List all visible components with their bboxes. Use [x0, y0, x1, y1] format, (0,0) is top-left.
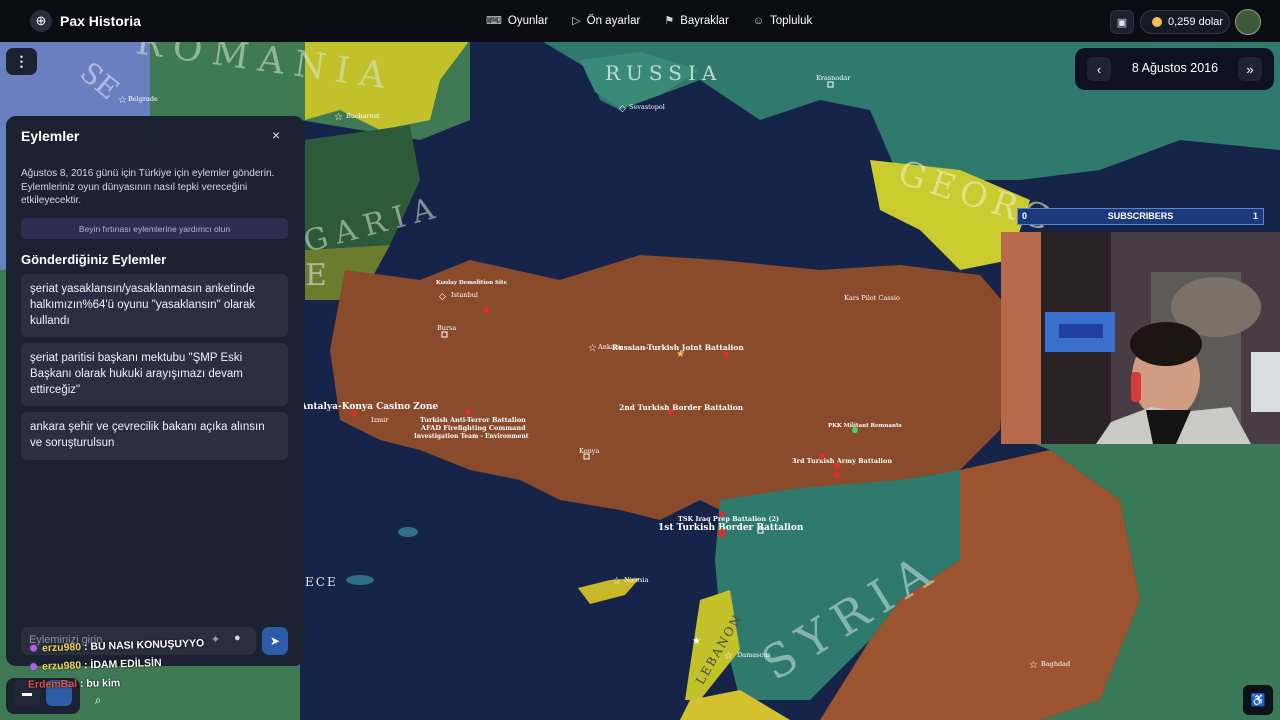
svg-text:Kars Pilot Cassio: Kars Pilot Cassio: [844, 294, 900, 302]
sent-action-card[interactable]: ankara şehir ve çevrecilik bakanı açıka …: [21, 412, 288, 460]
chat-text: : İDAM EDİLSİN: [83, 656, 162, 672]
nav-label: Oyunlar: [507, 14, 549, 27]
date-navigator: ‹ 8 Ağustos 2016 »: [1075, 48, 1274, 90]
app-brand[interactable]: Pax Historia: [60, 13, 141, 29]
subscribers-bar: 0 SUBSCRIBERS 1: [1017, 208, 1264, 225]
svg-text:Belgrade: Belgrade: [128, 95, 158, 103]
nav-item-oyunlar[interactable]: ⌨ Oyunlar: [486, 14, 549, 28]
balance-amount: 0,259 dolar: [1168, 16, 1224, 28]
svg-text:◇: ◇: [619, 104, 626, 114]
map-label-greece: ECE: [305, 575, 338, 589]
svg-text:☆: ☆: [118, 95, 127, 106]
send-button[interactable]: ➤: [262, 627, 288, 655]
play-icon: ▷: [572, 15, 581, 27]
svg-text:Damascus: Damascus: [737, 651, 771, 659]
balance-pill[interactable]: 0,259 dolar: [1140, 10, 1230, 34]
actions-panel: Eylemler × Ağustos 8, 2016 günü için Tür…: [6, 116, 304, 666]
nav-item-bayraklar[interactable]: ⚑ Bayraklar: [664, 14, 729, 28]
sent-action-card[interactable]: şeriat paritisi başkanı mektubu "ŞMP Esk…: [21, 343, 288, 406]
svg-text:Investigation Team - Environme: Investigation Team - Environment: [414, 433, 529, 440]
svg-text:2nd Turkish Border Battalion: 2nd Turkish Border Battalion: [619, 403, 744, 412]
advance-date-button[interactable]: »: [1238, 57, 1262, 81]
brainstorm-button[interactable]: Beyin fırtınası eylemlerine yardımcı olu…: [21, 218, 288, 239]
accessibility-icon[interactable]: ♿: [1243, 685, 1273, 715]
coin-icon: [1152, 17, 1162, 27]
svg-text:Antalya-Konya Casino Zone: Antalya-Konya Casino Zone: [299, 402, 438, 412]
svg-text:Nicosia: Nicosia: [624, 576, 649, 584]
webcam-overlay: [1001, 232, 1280, 444]
svg-text:☆: ☆: [724, 651, 733, 662]
chat-username: erzu980: [41, 659, 82, 673]
sparkle-icon[interactable]: ✦: [211, 633, 220, 646]
map-menu-button[interactable]: ⋮: [6, 48, 37, 75]
microphone-icon[interactable]: ●: [234, 632, 241, 644]
top-navigation-bar: ⊕ Pax Historia ⌨ Oyunlar ▷ Ön ayarlar ⚑ Bay…: [0, 0, 1280, 42]
svg-text:Sevastopol: Sevastopol: [629, 103, 665, 111]
nav-label: Ön ayarlar: [586, 14, 641, 27]
svg-text:Baghdad: Baghdad: [1041, 660, 1070, 668]
map-label-e: E: [305, 258, 327, 293]
users-icon: ☺: [752, 14, 765, 27]
gift-icon[interactable]: ▣: [1110, 10, 1134, 34]
nav-label: Bayraklar: [680, 14, 729, 27]
subscribers-right-count: 1: [1252, 211, 1258, 221]
map-label-russia: RUSSIA: [605, 61, 722, 85]
svg-text:PKK Militant Remnants: PKK Militant Remnants: [828, 423, 902, 429]
svg-text:Izmir: Izmir: [371, 416, 389, 424]
chat-username: erzu980: [41, 641, 82, 655]
svg-text:☆: ☆: [612, 576, 621, 587]
svg-text:◇: ◇: [439, 292, 446, 302]
svg-text:★: ★: [676, 349, 685, 360]
flag-icon: ⚑: [664, 15, 675, 27]
subscribers-label: SUBSCRIBERS: [1107, 211, 1174, 221]
chat-badge-icon: [29, 644, 38, 652]
svg-text:Bursa: Bursa: [437, 324, 456, 332]
panel-description: Ağustos 8, 2016 günü için Türkiye için e…: [21, 168, 275, 206]
nav-item-on-ayarlar[interactable]: ▷ Ön ayarlar: [572, 14, 641, 28]
sent-actions-heading: Gönderdiğiniz Eylemler: [21, 252, 167, 267]
chat-badge-icon: [29, 662, 38, 671]
svg-text:Kızılay Demolition Site: Kızılay Demolition Site: [436, 280, 508, 286]
panel-title: Eylemler: [21, 128, 80, 144]
svg-text:☆: ☆: [334, 112, 343, 123]
user-avatar[interactable]: [1235, 9, 1261, 35]
svg-text:TSK Iraq Prep Battalion (2): TSK Iraq Prep Battalion (2): [678, 515, 779, 523]
svg-text:Istanbul: Istanbul: [451, 291, 478, 299]
nav-item-topluluk[interactable]: ☺ Topluluk: [753, 14, 812, 27]
chat-username: ErdemBal: [27, 677, 78, 691]
current-date: 8 Ağustos 2016: [1131, 61, 1219, 75]
svg-text:3rd Turkish Army Battalion: 3rd Turkish Army Battalion: [792, 457, 892, 465]
svg-text:☆: ☆: [1029, 660, 1038, 671]
svg-text:Krasnodar: Krasnodar: [816, 74, 851, 82]
nav-label: Topluluk: [770, 14, 813, 27]
svg-text:AFAD Firefighting Command: AFAD Firefighting Command: [420, 424, 526, 432]
svg-text:1st Turkish Border Battalion: 1st Turkish Border Battalion: [658, 523, 804, 533]
gamepad-icon: ⌨: [486, 15, 502, 27]
svg-text:Bucharest: Bucharest: [346, 112, 380, 120]
svg-text:★: ★: [692, 636, 701, 647]
main-nav: ⌨ Oyunlar ▷ Ön ayarlar ⚑ Bayraklar ☺ Toplulu…: [486, 14, 836, 28]
send-icon: ➤: [269, 634, 281, 648]
svg-text:Turkish Anti-Terror Battalion: Turkish Anti-Terror Battalion: [420, 416, 526, 424]
search-icon[interactable]: ⌕: [86, 688, 110, 712]
sent-action-card[interactable]: şeriat yasaklansın/yasaklanmasın anketin…: [21, 274, 288, 337]
previous-date-button[interactable]: ‹: [1087, 57, 1111, 81]
svg-text:☆: ☆: [588, 343, 597, 354]
close-icon[interactable]: ×: [272, 127, 280, 143]
app-logo-icon[interactable]: ⊕: [30, 10, 52, 32]
